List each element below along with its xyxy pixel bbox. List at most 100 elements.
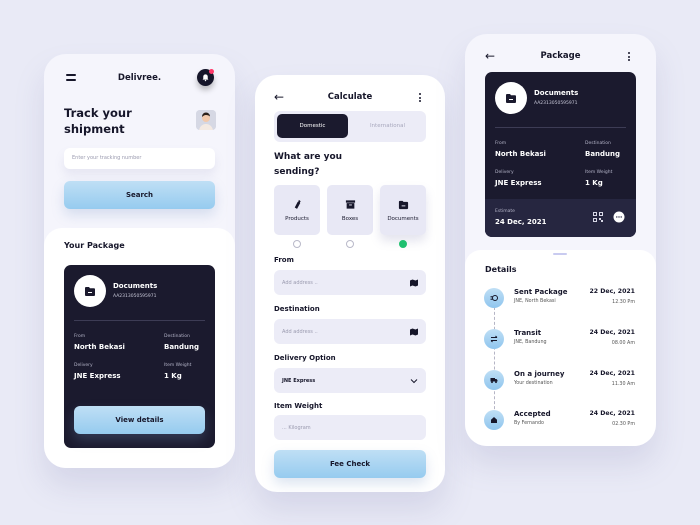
delivery-label: Delivery [74, 363, 93, 368]
destination-label: Destination [274, 305, 320, 313]
estimate-value: 24 Dec, 2021 [495, 218, 547, 226]
step-subtitle: Your destination [514, 381, 553, 386]
destination-value: Bandung [585, 150, 621, 158]
chat-icon[interactable] [613, 211, 625, 223]
step-time: 08.00 Am [611, 341, 635, 346]
truck-icon [490, 378, 498, 384]
view-details-button[interactable]: View details [74, 406, 205, 434]
weight-value: 1 Kg [164, 372, 182, 380]
category-label: Products [285, 215, 309, 222]
step-title: On a journey [514, 370, 565, 378]
destination-value: Bandung [164, 343, 200, 351]
more-options-icon[interactable] [628, 52, 631, 63]
fee-check-button[interactable]: Fee Check [274, 450, 426, 478]
step-title: Accepted [514, 410, 551, 418]
package-card[interactable]: Documents AA2313050595971 From North Bek… [64, 265, 215, 448]
weight-value: 1 Kg [585, 179, 603, 187]
search-button[interactable]: Search [64, 181, 215, 209]
drag-handle[interactable] [553, 253, 567, 255]
timeline-step: Sent Package JNE, North Bekasi 22 Dec, 2… [484, 288, 644, 310]
package-screen: ← Package Documents AA2313050595971 From… [465, 34, 656, 446]
from-address-input[interactable]: Add address .. [274, 270, 426, 295]
delivery-value: JNE Express [74, 372, 121, 380]
bottle-icon [294, 199, 301, 209]
delivery-value: JNE Express [495, 179, 542, 187]
destination-address-input[interactable]: Add address .. [274, 319, 426, 344]
page-title: Track your shipment [64, 106, 132, 136]
weight-placeholder: ... Kilogram [282, 424, 311, 431]
step-badge [484, 370, 504, 390]
tab-international[interactable]: International [352, 114, 423, 138]
category-label: Boxes [341, 215, 359, 222]
step-title: Sent Package [514, 288, 568, 296]
package-send-icon [490, 295, 498, 301]
from-label: From [74, 334, 86, 339]
box-icon [345, 199, 355, 209]
from-value: North Bekasi [495, 150, 546, 158]
section-title: Details [485, 265, 517, 274]
folder-icon [398, 200, 408, 209]
step-date: 24 Dec, 2021 [589, 410, 636, 417]
qr-code-icon[interactable] [593, 212, 603, 222]
radio-documents[interactable] [399, 240, 407, 248]
category-products[interactable]: Products [274, 185, 320, 235]
calculate-screen: ← Calculate Domestic International What … [255, 75, 445, 492]
tracking-id: AA2313050595971 [113, 294, 157, 299]
radio-boxes[interactable] [346, 240, 354, 248]
delivery-option-label: Delivery Option [274, 354, 336, 362]
divider [74, 320, 205, 321]
section-title: Your Package [64, 241, 125, 250]
category-boxes[interactable]: Boxes [327, 185, 373, 235]
step-title: Transit [514, 329, 542, 337]
package-type: Documents [534, 89, 579, 97]
step-date: 24 Dec, 2021 [589, 329, 636, 336]
home-icon [491, 417, 497, 423]
document-badge [495, 82, 527, 114]
destination-label: Destination [585, 141, 611, 146]
weight-label: Item Weight [585, 170, 613, 175]
tracking-number-input[interactable]: Enter your tracking number [64, 148, 215, 169]
shipping-type-toggle: Domestic International [274, 111, 426, 142]
step-subtitle: JNE, North Bekasi [514, 299, 556, 304]
folder-icon [85, 287, 95, 296]
destination-label: Destination [164, 334, 190, 339]
category-documents[interactable]: Documents [380, 185, 426, 235]
step-badge [484, 329, 504, 349]
timeline-line [494, 302, 495, 424]
from-value: North Bekasi [74, 343, 125, 351]
radio-products[interactable] [293, 240, 301, 248]
step-time: 02.30 Pm [612, 422, 635, 427]
destination-placeholder: Add address .. [282, 328, 318, 335]
package-card: Documents AA2313050595971 From North Bek… [485, 72, 636, 237]
your-package-panel: Your Package Documents AA2313050595971 F… [44, 228, 235, 468]
chevron-down-icon [410, 378, 418, 383]
step-time: 11.30 Am [611, 382, 635, 387]
from-label: From [495, 141, 507, 146]
timeline-step: On a journey Your destination 24 Dec, 20… [484, 370, 644, 392]
transfer-icon [490, 335, 498, 343]
step-badge [484, 410, 504, 430]
avatar[interactable] [196, 110, 216, 130]
step-badge [484, 288, 504, 308]
home-screen: Delivree. Track your shipment Enter your… [44, 54, 235, 468]
tab-domestic[interactable]: Domestic [277, 114, 348, 138]
more-options-icon[interactable] [419, 93, 422, 104]
delivery-option-select[interactable]: JNE Express [274, 368, 426, 393]
notification-button[interactable] [197, 69, 214, 86]
timeline-step: Accepted By Fernando 24 Dec, 2021 02.30 … [484, 410, 644, 432]
map-icon[interactable] [410, 328, 418, 336]
question-heading: What are you sending? [274, 152, 343, 177]
item-weight-input[interactable]: ... Kilogram [274, 415, 426, 440]
tracking-id: AA2313050595971 [534, 101, 578, 106]
delivery-label: Delivery [495, 170, 514, 175]
item-weight-label: Item Weight [274, 402, 323, 410]
estimate-label: Estimate [495, 209, 515, 214]
map-icon[interactable] [410, 279, 418, 287]
divider [495, 127, 626, 128]
bell-icon [202, 74, 209, 82]
details-panel: Details Sent Package JNE, North Bekasi 2… [465, 250, 656, 446]
step-time: 12.30 Pm [612, 300, 635, 305]
step-subtitle: By Fernando [514, 421, 544, 426]
notification-dot [209, 69, 214, 74]
timeline-step: Transit JNE, Bandung 24 Dec, 2021 08.00 … [484, 329, 644, 351]
